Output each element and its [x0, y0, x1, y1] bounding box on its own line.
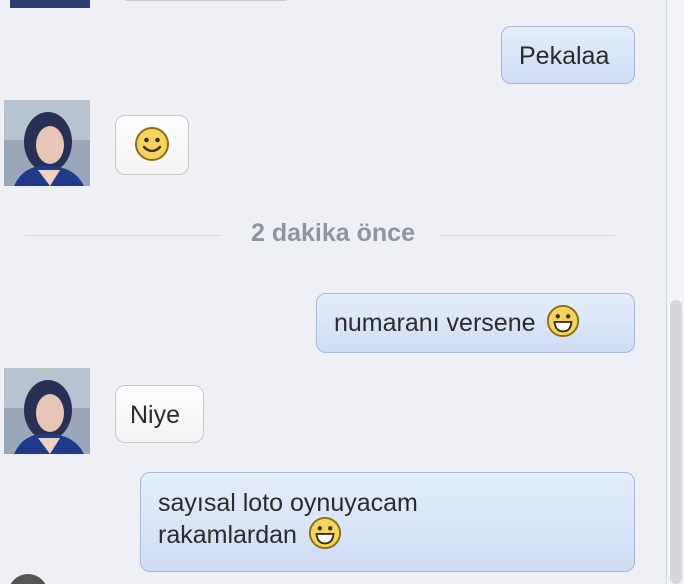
divider [440, 235, 615, 236]
message-bubble-outgoing: Pekalaa [501, 26, 635, 84]
scrollbar-thumb[interactable] [670, 300, 682, 584]
time-separator: 2 dakika önce [0, 215, 666, 255]
avatar[interactable] [4, 100, 90, 186]
avatar-image [4, 100, 90, 186]
timestamp: 2 dakika önce [251, 219, 415, 247]
message-bubble-outgoing: numaranı versene [316, 293, 635, 353]
message-text: numaranı versene [334, 309, 536, 337]
message-text-line: rakamlardan [158, 521, 297, 549]
avatar-partial [10, 0, 90, 8]
smiley-icon [135, 127, 169, 161]
message-bubble-incoming: Niye [115, 385, 204, 443]
message-bubble-partial [120, 0, 292, 1]
avatar-partial [8, 574, 48, 584]
avatar-image [4, 368, 90, 454]
message-text-line: sayısal loto oynuyacam [158, 489, 418, 517]
grin-icon [547, 305, 580, 338]
chat-message-list: Pekalaa 2 dakika önce numaranı versene N… [0, 0, 666, 584]
avatar[interactable] [4, 368, 90, 454]
message-bubble-incoming [115, 115, 189, 175]
message-bubble-outgoing: sayısal loto oynuyacam rakamlardan [140, 472, 635, 572]
grin-icon [308, 517, 341, 550]
message-text: Niye [130, 401, 181, 429]
message-text: Pekalaa [519, 42, 610, 70]
